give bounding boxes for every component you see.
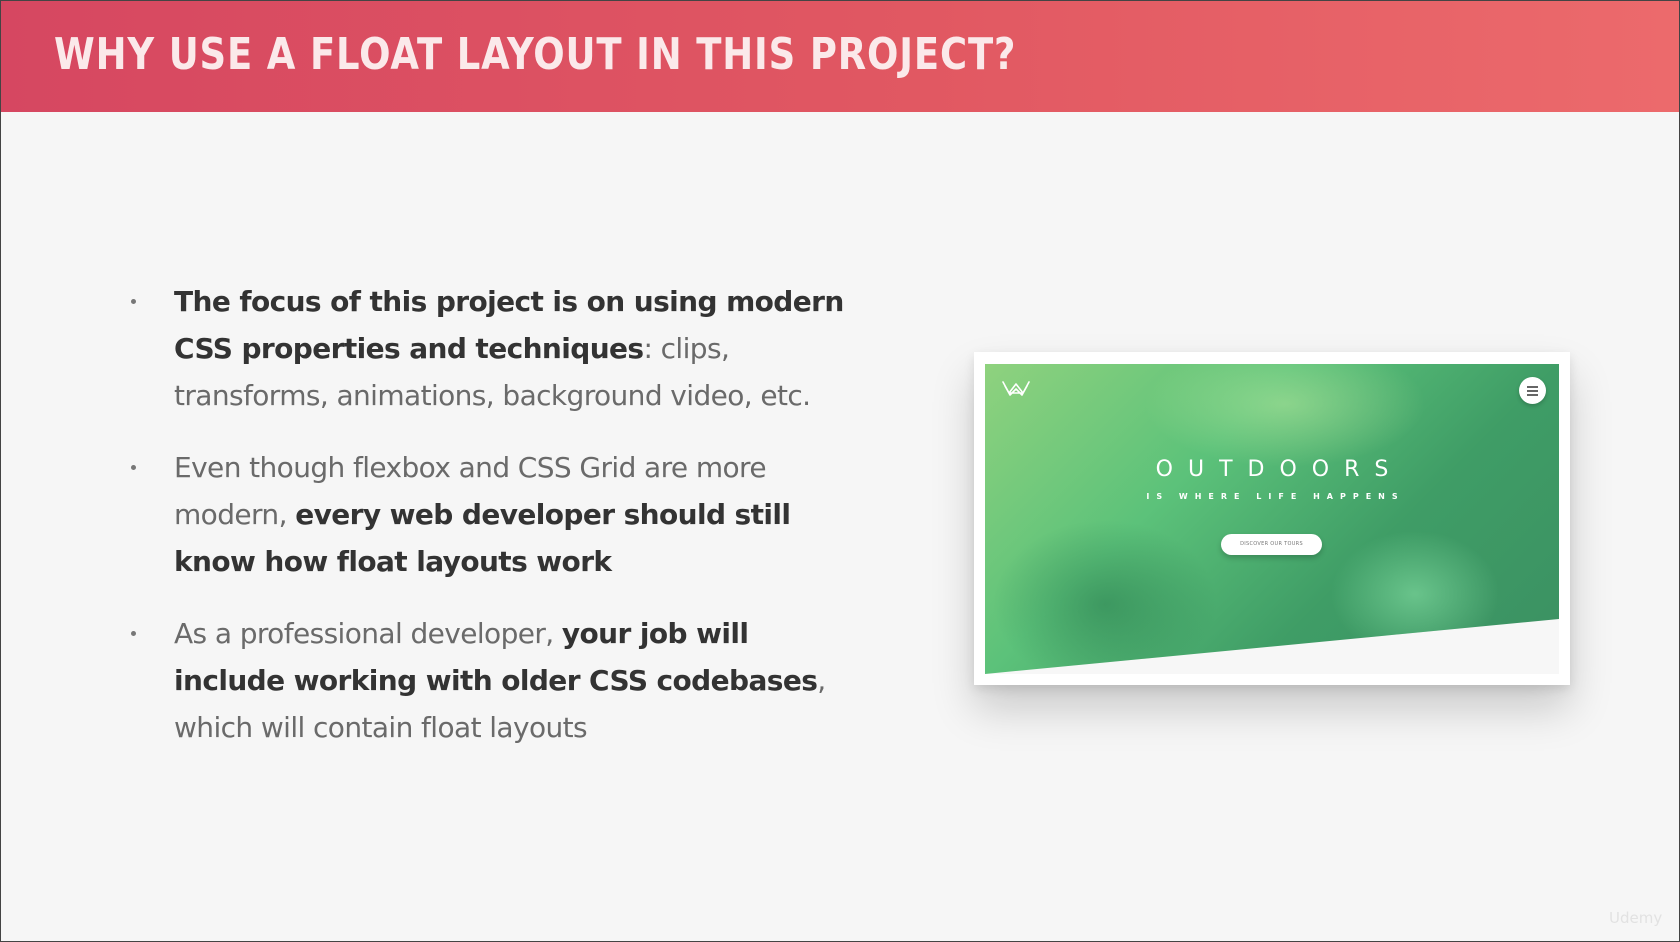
website-mockup-screenshot: OUTDOORS IS WHERE LIFE HAPPENS DISCOVER … [974, 352, 1570, 685]
mockup-hero-background [985, 364, 1559, 674]
bullet-dot [131, 299, 136, 304]
bullet-item: The focus of this project is on using mo… [131, 278, 851, 419]
mockup-hero-section: OUTDOORS IS WHERE LIFE HAPPENS DISCOVER … [985, 364, 1559, 674]
slide-title: Why use a float layout in this project? [54, 29, 1017, 80]
mockup-hero-title: OUTDOORS [1155, 457, 1404, 482]
bullet-text-bold: The focus of this project is on using mo… [174, 285, 844, 365]
udemy-watermark: Udemy [1609, 909, 1663, 927]
bullet-dot [131, 631, 136, 636]
mockup-cta-button: DISCOVER OUR TOURS [1221, 534, 1322, 555]
slide-header: Why use a float layout in this project? [1, 1, 1679, 112]
crown-icon [1002, 381, 1030, 396]
hamburger-menu-icon [1519, 377, 1546, 404]
slide: Why use a float layout in this project? … [0, 0, 1680, 942]
bullet-item: As a professional developer, your job wi… [131, 610, 851, 751]
bullet-list: The focus of this project is on using mo… [131, 278, 851, 776]
bullet-item: Even though flexbox and CSS Grid are mor… [131, 444, 851, 585]
mockup-hero-subtitle: IS WHERE LIFE HAPPENS [1146, 492, 1405, 501]
bullet-dot [131, 465, 136, 470]
bullet-text: As a professional developer, [174, 617, 562, 650]
